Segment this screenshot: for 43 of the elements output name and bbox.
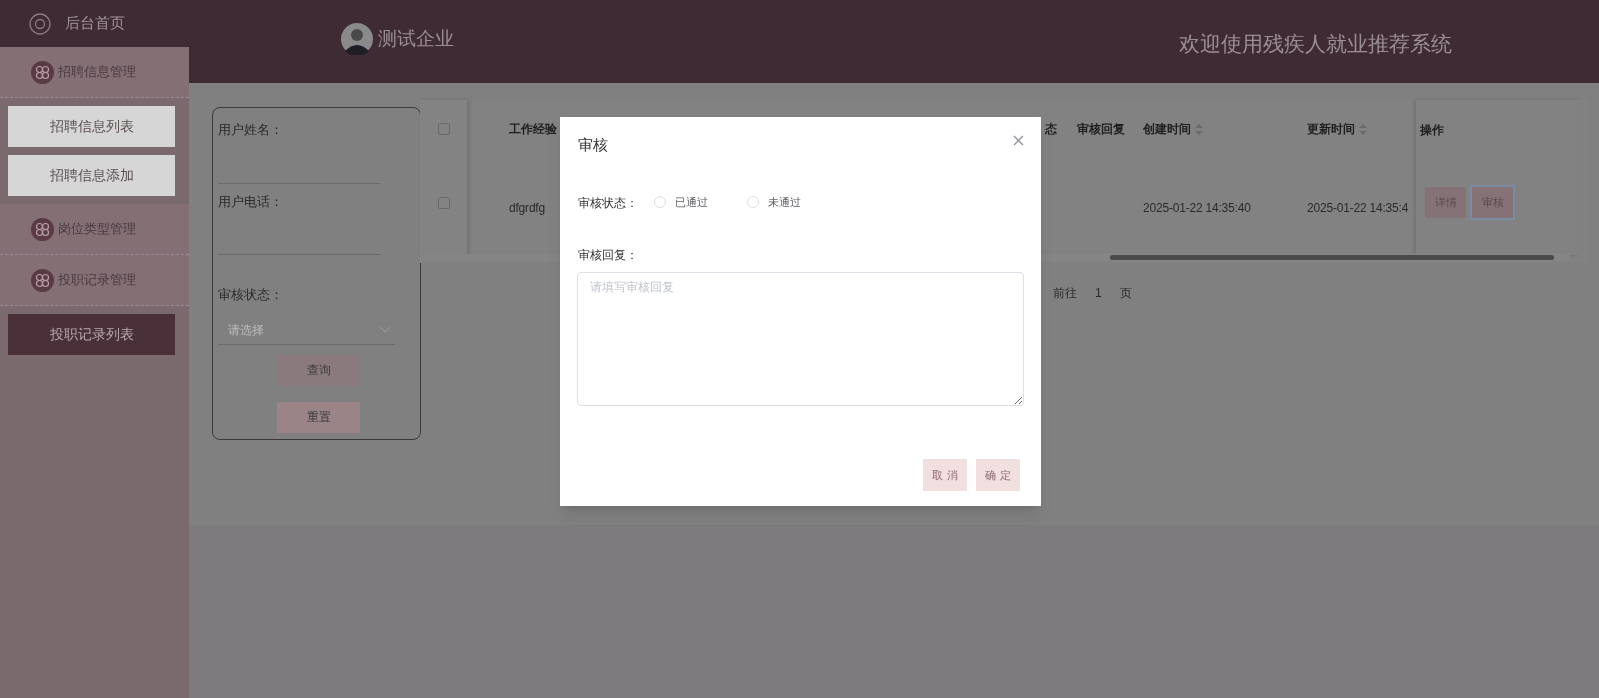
flower-icon <box>31 60 54 84</box>
flower-icon <box>31 268 54 292</box>
submenu-item[interactable]: 投职记录列表 <box>8 314 175 355</box>
column-header: 创建时间 <box>1143 121 1191 138</box>
field-label: 审核回复： <box>578 247 638 264</box>
column-header: 更新时间 <box>1307 121 1355 138</box>
reply-textarea[interactable]: 请填写审核回复 <box>577 272 1024 406</box>
chevron-down-icon <box>379 326 391 334</box>
filter-label: 用户姓名： <box>218 121 284 139</box>
table-cell: 2025-01-22 14:35:40 <box>1143 201 1251 215</box>
pagination-label: 前往 <box>1053 285 1077 302</box>
target-icon <box>29 12 51 35</box>
filter-label: 审核状态： <box>218 286 284 304</box>
welcome-title: 欢迎使用残疾人就业推荐系统 <box>1179 31 1452 57</box>
column-header: 态 <box>1045 121 1057 138</box>
column-header: 工作经验 <box>509 121 557 138</box>
column-header: 审核回复 <box>1077 121 1125 138</box>
company-name: 测试企业 <box>378 26 454 51</box>
avatar-icon <box>341 23 373 55</box>
sidebar-item[interactable]: 后台首页 <box>0 0 189 47</box>
submenu-item[interactable]: 招聘信息添加 <box>8 155 175 196</box>
dialog-button[interactable]: 确 定 <box>976 459 1020 491</box>
scrollbar-thumb[interactable] <box>1110 255 1554 260</box>
submenu-item[interactable]: 招聘信息列表 <box>8 106 175 147</box>
radio-option[interactable]: 已通过 <box>654 194 708 211</box>
field-label: 审核状态： <box>578 195 638 212</box>
page-input[interactable]: 1 <box>1095 284 1102 302</box>
filter-button[interactable]: 重置 <box>277 401 360 433</box>
sidebar-label: 后台首页 <box>65 13 125 34</box>
close-icon <box>1012 134 1024 146</box>
flower-icon <box>31 217 54 241</box>
filter-label: 用户电话： <box>218 192 284 211</box>
select-field[interactable]: 请选择 <box>218 316 395 345</box>
table-cell: 2025-01-22 14:35:4 <box>1307 201 1409 215</box>
column-header: 操作 <box>1420 122 1444 139</box>
dialog-title: 审核 <box>578 135 608 155</box>
checkbox[interactable] <box>437 123 450 135</box>
dialog-button[interactable]: 取 消 <box>923 459 967 491</box>
checkbox[interactable] <box>437 197 450 209</box>
pagination-label: 页 <box>1119 285 1132 302</box>
radio-option[interactable]: 未通过 <box>747 194 801 211</box>
table-cell: dfgrdfg <box>509 201 545 215</box>
filter-button[interactable]: 查询 <box>277 354 360 386</box>
